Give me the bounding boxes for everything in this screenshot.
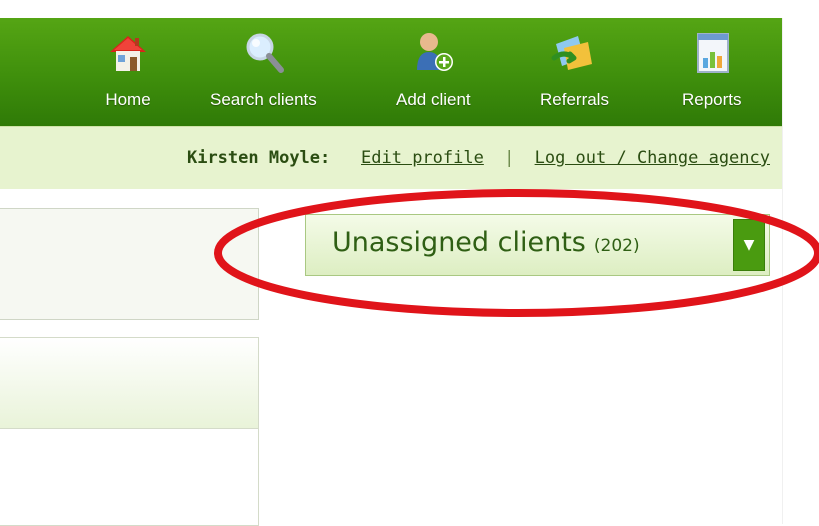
report-chart-icon [688,28,736,76]
user-name: Kirsten Moyle: [186,148,331,168]
user-line: Kirsten Moyle: Edit profile | Log out / … [187,148,770,168]
nav-search-clients-label: Search clients [210,90,317,109]
unassigned-clients-button[interactable]: Unassigned clients (202) ▼ [305,214,770,276]
left-panel-bottom [0,337,259,526]
left-panel-bottom-header [0,338,258,429]
house-icon [104,28,152,76]
page-edge [782,18,783,524]
nav-search-clients[interactable]: Search clients [210,28,317,124]
nav-home[interactable]: Home [104,28,152,124]
chevron-down-icon: ▼ [743,237,755,253]
referrals-icon [550,28,598,76]
edit-profile-link[interactable]: Edit profile [361,148,484,168]
unassigned-clients-title: Unassigned clients (202) [332,227,640,258]
top-nav-bar: Home Search clients Add client Referrals… [0,18,782,126]
unassigned-clients-count: (202) [593,236,640,256]
nav-add-client-label: Add client [396,90,471,109]
nav-add-client[interactable]: Add client [396,28,471,124]
user-bar: Kirsten Moyle: Edit profile | Log out / … [0,126,782,189]
nav-referrals-label: Referrals [540,90,609,109]
nav-reports[interactable]: Reports [682,28,742,124]
unassigned-clients-label: Unassigned clients [332,227,586,258]
logout-link[interactable]: Log out / Change agency [535,148,770,168]
link-separator: | [504,148,515,168]
magnifier-icon [239,28,287,76]
nav-reports-label: Reports [682,90,742,109]
dropdown-toggle-button[interactable]: ▼ [733,219,765,271]
nav-referrals[interactable]: Referrals [540,28,609,124]
nav-home-label: Home [105,90,151,109]
add-person-icon [409,28,457,76]
left-panel-top [0,208,259,320]
